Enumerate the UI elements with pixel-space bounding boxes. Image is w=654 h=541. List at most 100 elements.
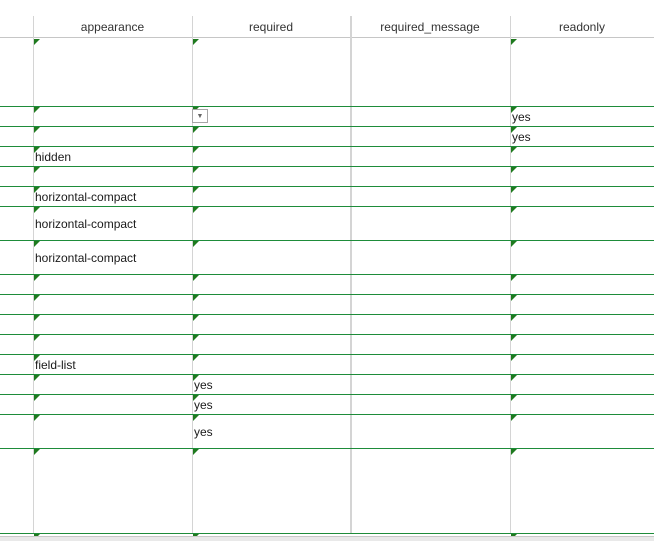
cell-readonly[interactable] [512,250,652,266]
cell-appearance[interactable]: horizontal-compact [35,189,190,205]
cell-readonly[interactable] [512,357,652,373]
cell-appearance[interactable] [35,337,190,353]
cell-required-message[interactable] [353,357,508,373]
cell-required[interactable] [194,109,349,125]
dropdown-arrow-icon[interactable]: ▼ [192,109,208,123]
cell-required-message[interactable] [353,42,508,58]
cell-required-message[interactable] [353,317,508,333]
cell-required-message[interactable] [353,297,508,313]
column-header-appearance[interactable]: appearance [33,16,192,38]
cell-readonly[interactable] [512,317,652,333]
cell-appearance[interactable] [35,42,190,58]
cell-required-message[interactable] [353,484,508,500]
cell-required-message[interactable] [353,397,508,413]
cell-required[interactable] [194,250,349,266]
spreadsheet-grid: appearance required required_message rea… [0,0,654,541]
cell-required[interactable] [194,337,349,353]
cell-readonly[interactable] [512,42,652,58]
cell-required[interactable] [194,149,349,165]
cell-required[interactable] [194,484,349,500]
cell-required[interactable] [194,216,349,232]
row-line [0,314,654,315]
cell-appearance[interactable] [35,297,190,313]
row-line [0,334,654,335]
cell-required[interactable]: yes [194,377,349,393]
cell-required[interactable] [194,297,349,313]
cell-appearance[interactable] [35,129,190,145]
row-line [0,354,654,355]
cell-appearance[interactable] [35,424,190,440]
cell-appearance[interactable] [35,484,190,500]
cell-required-message[interactable] [353,129,508,145]
cell-required-message[interactable] [353,277,508,293]
comment-marker-icon [34,207,40,213]
comment-marker-icon [511,207,517,213]
cell-appearance[interactable] [35,397,190,413]
cell-readonly[interactable] [512,397,652,413]
cell-readonly[interactable] [512,189,652,205]
cell-required-message[interactable] [353,109,508,125]
cell-required-message[interactable] [353,337,508,353]
cell-required[interactable] [194,42,349,58]
cell-required-message[interactable] [353,250,508,266]
cell-required[interactable]: yes [194,397,349,413]
row-line [0,126,654,127]
cell-appearance[interactable]: horizontal-compact [35,216,190,232]
cell-required[interactable]: yes [194,424,349,440]
cell-required[interactable] [194,189,349,205]
cell-readonly[interactable] [512,297,652,313]
sheet-bottom-edge [0,536,654,541]
cell-readonly[interactable] [512,149,652,165]
comment-marker-icon [34,449,40,455]
cell-readonly[interactable] [512,277,652,293]
cell-appearance[interactable] [35,377,190,393]
row-line [0,186,654,187]
cell-required-message[interactable] [353,377,508,393]
column-header-required[interactable]: required [192,16,350,38]
column-header-readonly[interactable]: readonly [510,16,654,38]
cell-required[interactable] [194,129,349,145]
cell-required-message[interactable] [353,189,508,205]
comment-marker-icon [511,449,517,455]
column-header-required-message[interactable]: required_message [351,16,509,38]
cell-appearance[interactable] [35,169,190,185]
row-line [0,206,654,207]
row-line [0,414,654,415]
comment-marker-icon [193,415,199,421]
cell-readonly[interactable] [512,169,652,185]
cell-appearance[interactable]: field-list [35,357,190,373]
comment-marker-icon [511,415,517,421]
row-line [0,448,654,449]
cell-appearance[interactable]: hidden [35,149,190,165]
cell-required[interactable] [194,357,349,373]
row-line [0,240,654,241]
row-line [0,166,654,167]
cell-appearance[interactable] [35,109,190,125]
cell-readonly[interactable]: yes [512,109,652,125]
cell-required[interactable] [194,277,349,293]
cell-required[interactable] [194,169,349,185]
cell-required-message[interactable] [353,424,508,440]
cell-appearance[interactable]: horizontal-compact [35,250,190,266]
comment-marker-icon [193,241,199,247]
cell-required-message[interactable] [353,216,508,232]
cell-appearance[interactable] [35,277,190,293]
cell-readonly[interactable]: yes [512,129,652,145]
row-line [0,374,654,375]
cell-required[interactable] [194,317,349,333]
cell-readonly[interactable] [512,424,652,440]
cell-required-message[interactable] [353,169,508,185]
comment-marker-icon [511,241,517,247]
row-line [0,294,654,295]
comment-marker-icon [34,241,40,247]
comment-marker-icon [34,415,40,421]
cell-appearance[interactable] [35,317,190,333]
row-line [0,106,654,107]
row-line [0,533,654,534]
row-line [0,394,654,395]
cell-required-message[interactable] [353,149,508,165]
cell-readonly[interactable] [512,377,652,393]
cell-readonly[interactable] [512,484,652,500]
cell-readonly[interactable] [512,216,652,232]
cell-readonly[interactable] [512,337,652,353]
